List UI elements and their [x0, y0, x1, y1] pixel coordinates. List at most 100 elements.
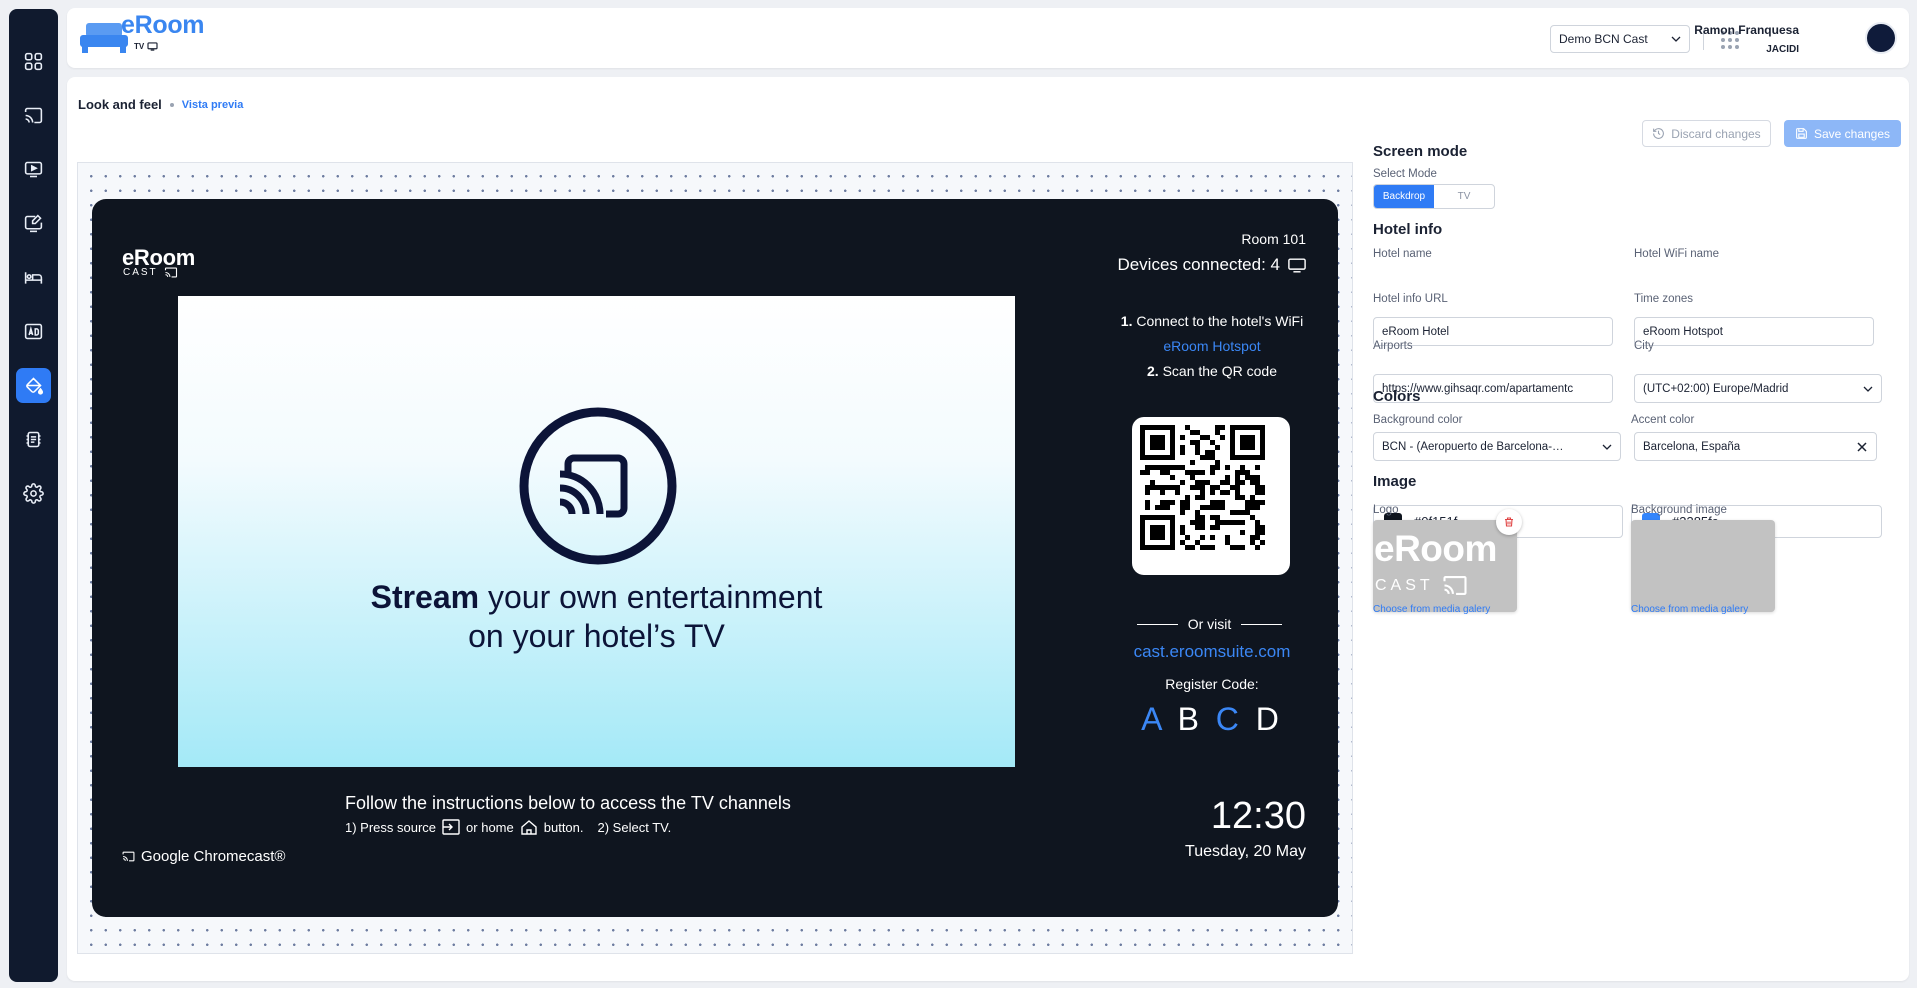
- register-code: A B C D: [1102, 701, 1322, 738]
- nav-look-and-feel[interactable]: [16, 368, 51, 403]
- nav-media[interactable]: [16, 152, 51, 187]
- qr-module: [1185, 495, 1190, 500]
- qr-module: [1160, 470, 1165, 475]
- qr-module: [1190, 460, 1195, 465]
- nav-registry[interactable]: [16, 422, 51, 457]
- hero-subline: on your hotel’s TV: [468, 618, 725, 654]
- steps-a: 1) Press source: [345, 819, 437, 835]
- qr-module: [1165, 465, 1170, 470]
- cast-icon: [24, 107, 43, 124]
- qr-module: [1165, 470, 1170, 475]
- time-zones-label: Time zones: [1634, 293, 1694, 305]
- cast-site-link: cast.eroomsuite.com: [1133, 642, 1291, 661]
- qr-module: [1220, 520, 1225, 525]
- qr-module: [1200, 435, 1205, 440]
- code-char-2: B: [1177, 701, 1203, 737]
- qr-module: [1150, 465, 1155, 470]
- qr-module: [1240, 480, 1245, 485]
- city-input[interactable]: Barcelona, España: [1634, 432, 1877, 461]
- logo-media-link[interactable]: Choose from media galery: [1373, 604, 1490, 615]
- logo-preview[interactable]: eRoom CAST: [1373, 520, 1517, 612]
- airports-select[interactable]: BCN - (Aeropuerto de Barcelona-…: [1373, 432, 1621, 461]
- code-char-1: A: [1141, 701, 1165, 737]
- nav-ads[interactable]: [16, 314, 51, 349]
- screen-mode-title: Screen mode: [1373, 143, 1468, 160]
- qr-module: [1195, 470, 1200, 475]
- colors-title: Colors: [1373, 388, 1421, 405]
- breadcrumb-sub[interactable]: Vista previa: [182, 99, 244, 111]
- nav-settings[interactable]: [16, 476, 51, 511]
- accent-color-label: Accent color: [1631, 414, 1695, 426]
- clock: 12:30: [1210, 795, 1306, 837]
- qr-module: [1140, 470, 1145, 475]
- qr-module: [1250, 500, 1255, 505]
- qr-module: [1255, 480, 1260, 485]
- or-visit-text: Or visit: [1187, 616, 1232, 632]
- qr-module: [1175, 485, 1180, 490]
- nav-dashboard[interactable]: [16, 44, 51, 79]
- mode-backdrop[interactable]: Backdrop: [1374, 185, 1434, 208]
- qr-module: [1215, 465, 1220, 470]
- steps-c: button.: [543, 819, 584, 835]
- hero-bold: Stream: [370, 579, 480, 615]
- delete-logo-button[interactable]: [1496, 509, 1522, 535]
- hero-headline: Stream your own entertainment: [178, 579, 1015, 616]
- home-icon: [521, 820, 537, 835]
- nav-cast[interactable]: [16, 98, 51, 133]
- qr-module: [1195, 510, 1200, 515]
- bg-image-preview[interactable]: [1631, 520, 1775, 612]
- qr-module: [1190, 470, 1195, 475]
- qr-module: [1170, 485, 1175, 490]
- qr-module: [1220, 505, 1225, 510]
- qr-module: [1195, 540, 1200, 545]
- nav-devices[interactable]: [16, 206, 51, 241]
- time-zones-value: (UTC+02:00) Europe/Madrid: [1643, 382, 1789, 395]
- qr-module: [1170, 500, 1175, 505]
- tv-logo-sub: CAST: [123, 267, 178, 278]
- qr-module: [1260, 540, 1265, 545]
- qr-module: [1170, 465, 1175, 470]
- qr-module: [1160, 490, 1165, 495]
- qr-module: [1255, 545, 1260, 550]
- wifi-name-input[interactable]: eRoom Hotspot: [1634, 317, 1874, 346]
- qr-module: [1225, 520, 1230, 525]
- bg-image-media-link[interactable]: Choose from media galery: [1631, 604, 1748, 615]
- qr-module: [1200, 505, 1205, 510]
- qr-module: [1255, 535, 1260, 540]
- clear-icon[interactable]: [1856, 441, 1868, 453]
- qr-module: [1165, 485, 1170, 490]
- time-zones-select[interactable]: (UTC+02:00) Europe/Madrid: [1634, 374, 1882, 403]
- cast-circle-icon: [519, 407, 677, 565]
- qr-module: [1210, 545, 1215, 550]
- play-screen-icon: [24, 161, 43, 178]
- venue-select[interactable]: Demo BCN Cast: [1550, 25, 1690, 53]
- qr-module: [1235, 490, 1240, 495]
- qr-module: [1150, 525, 1165, 540]
- wifi-name: eRoom Hotspot: [1163, 338, 1261, 354]
- step1-num: 1.: [1120, 313, 1133, 329]
- qr-module: [1250, 505, 1255, 510]
- qr-module: [1205, 480, 1210, 485]
- logo-sub-label: TV: [134, 42, 145, 51]
- qr-module: [1260, 490, 1265, 495]
- logo-text: eRoom: [121, 11, 205, 39]
- qr-module: [1255, 520, 1260, 525]
- qr-module: [1240, 495, 1245, 500]
- qr-module: [1260, 500, 1265, 505]
- qr-module: [1180, 510, 1185, 515]
- avatar[interactable]: [1865, 22, 1897, 54]
- qr-module: [1235, 495, 1240, 500]
- or-visit: Or visit: [1137, 616, 1282, 632]
- qr-module: [1220, 425, 1225, 430]
- qr-module: [1255, 465, 1260, 470]
- qr-module: [1195, 495, 1200, 500]
- nav-rooms[interactable]: [16, 260, 51, 295]
- breadcrumb: Look and feel Vista previa: [78, 97, 243, 112]
- instruction-step-2: 2. Scan the QR code: [1102, 363, 1322, 379]
- chevron-down-icon: [1602, 444, 1612, 450]
- main-panel: Look and feel Vista previa Discard chang…: [67, 77, 1909, 981]
- hotel-name-label: Hotel name: [1373, 248, 1432, 260]
- mode-tv[interactable]: TV: [1434, 185, 1494, 208]
- bed-icon: [24, 272, 43, 284]
- qr-module: [1225, 480, 1230, 485]
